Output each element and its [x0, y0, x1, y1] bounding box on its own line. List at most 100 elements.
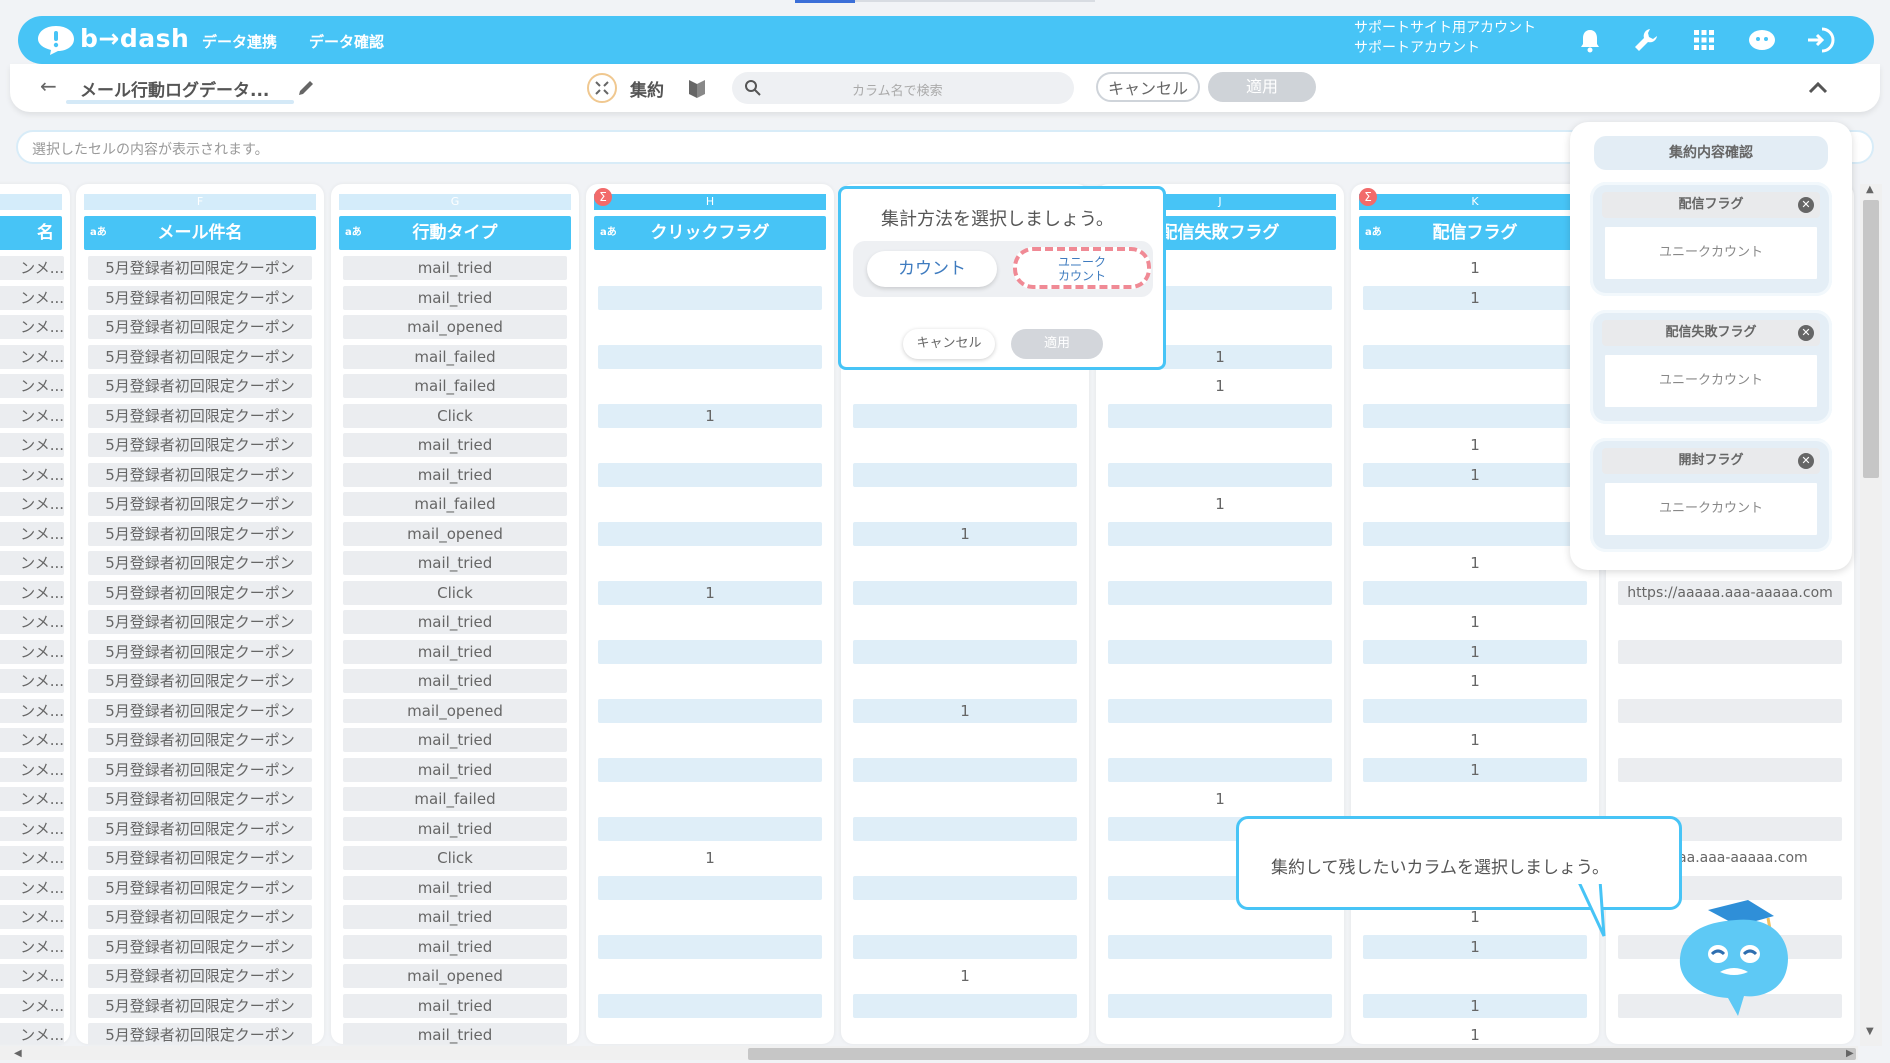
table-cell[interactable] [598, 285, 822, 310]
table-cell[interactable]: 5月登録者初回限定クーポン [88, 492, 312, 516]
table-cell[interactable]: ンメ... [0, 433, 64, 457]
account-name-label[interactable]: サポートアカウント [1354, 39, 1480, 58]
count-option-button[interactable]: カウント [867, 251, 997, 287]
table-cell[interactable] [1363, 344, 1587, 369]
table-cell[interactable]: ンメ... [0, 521, 64, 546]
table-cell[interactable]: ンメ... [0, 1023, 64, 1044]
table-cell[interactable]: ンメ... [0, 728, 64, 752]
table-cell[interactable] [598, 1023, 822, 1044]
table-cell[interactable]: ンメ... [0, 344, 64, 369]
table-cell[interactable]: Click [343, 580, 567, 605]
table-cell[interactable] [853, 787, 1077, 811]
table-cell[interactable] [598, 698, 822, 723]
table-cell[interactable]: Click [343, 403, 567, 428]
table-cell[interactable] [1618, 639, 1842, 664]
column-header[interactable]: aあ 配信フラグ [1359, 216, 1591, 250]
table-cell[interactable] [598, 757, 822, 782]
aggregation-card-method[interactable]: ユニークカウント [1602, 352, 1820, 410]
table-cell[interactable]: 5月登録者初回限定クーポン [88, 964, 312, 988]
table-cell[interactable] [598, 639, 822, 664]
table-cell[interactable] [853, 1023, 1077, 1044]
table-cell[interactable] [598, 492, 822, 516]
table-cell[interactable]: 5月登録者初回限定クーポン [88, 521, 312, 546]
table-cell[interactable]: 5月登録者初回限定クーポン [88, 875, 312, 900]
table-cell[interactable] [853, 846, 1077, 870]
table-cell[interactable]: ンメ... [0, 905, 64, 929]
grid-column[interactable]: 名ンメ... ンメ... ンメ... ンメ... ンメ... ンメ... ンメ... ンメ..… [0, 184, 70, 1044]
table-cell[interactable] [1618, 698, 1842, 723]
table-cell[interactable] [853, 905, 1077, 929]
table-cell[interactable]: 5月登録者初回限定クーポン [88, 669, 312, 693]
table-cell[interactable] [1618, 728, 1842, 752]
table-cell[interactable]: 1 [1363, 256, 1587, 280]
table-cell[interactable]: ンメ... [0, 757, 64, 782]
table-cell[interactable]: mail_tried [343, 757, 567, 782]
table-cell[interactable]: 5月登録者初回限定クーポン [88, 285, 312, 310]
table-cell[interactable]: 1 [1363, 433, 1587, 457]
table-cell[interactable]: 5月登録者初回限定クーポン [88, 816, 312, 841]
table-cell[interactable]: ンメ... [0, 669, 64, 693]
table-cell[interactable] [1108, 669, 1332, 693]
column-search-input[interactable]: カラム名で検索 [732, 72, 1074, 104]
aggregation-apply-button[interactable]: 適用 [1011, 329, 1103, 359]
table-cell[interactable] [598, 934, 822, 959]
table-cell[interactable]: 5月登録者初回限定クーポン [88, 846, 312, 870]
table-cell[interactable]: 1 [598, 580, 822, 605]
table-cell[interactable] [853, 462, 1077, 487]
table-cell[interactable]: mail_tried [343, 1023, 567, 1044]
beginner-mark-icon[interactable] [686, 76, 708, 100]
toolbar-apply-button[interactable]: 適用 [1208, 72, 1316, 102]
table-cell[interactable]: 5月登録者初回限定クーポン [88, 639, 312, 664]
account-site-label[interactable]: サポートサイト用アカウント [1354, 19, 1536, 38]
sigma-icon[interactable]: Σ [1359, 188, 1377, 206]
table-cell[interactable] [598, 875, 822, 900]
table-cell[interactable] [598, 669, 822, 693]
table-cell[interactable]: ンメ... [0, 403, 64, 428]
pencil-icon[interactable] [296, 78, 316, 98]
table-cell[interactable] [598, 462, 822, 487]
table-cell[interactable] [1363, 315, 1587, 339]
table-cell[interactable]: mail_failed [343, 787, 567, 811]
table-cell[interactable]: mail_failed [343, 374, 567, 398]
table-cell[interactable] [598, 787, 822, 811]
table-cell[interactable]: 5月登録者初回限定クーポン [88, 610, 312, 634]
table-cell[interactable]: 5月登録者初回限定クーポン [88, 344, 312, 369]
sigma-icon[interactable]: Σ [594, 188, 612, 206]
table-cell[interactable] [598, 521, 822, 546]
table-cell[interactable] [1108, 462, 1332, 487]
table-cell[interactable] [1108, 403, 1332, 428]
nav-data-check[interactable]: データ確認 [309, 31, 384, 52]
table-cell[interactable] [853, 551, 1077, 575]
table-cell[interactable] [598, 315, 822, 339]
table-cell[interactable]: mail_tried [343, 934, 567, 959]
table-cell[interactable] [1618, 669, 1842, 693]
table-cell[interactable]: ンメ... [0, 256, 64, 280]
table-cell[interactable] [1108, 551, 1332, 575]
table-cell[interactable]: mail_tried [343, 433, 567, 457]
table-cell[interactable] [1108, 934, 1332, 959]
vertical-scroll-thumb[interactable] [1863, 200, 1879, 478]
table-cell[interactable]: mail_opened [343, 521, 567, 546]
table-cell[interactable] [598, 256, 822, 280]
table-cell[interactable]: mail_tried [343, 669, 567, 693]
aggregation-card-method[interactable]: ユニークカウント [1602, 480, 1820, 538]
table-cell[interactable]: 5月登録者初回限定クーポン [88, 993, 312, 1018]
table-cell[interactable]: ンメ... [0, 462, 64, 487]
table-cell[interactable]: mail_tried [343, 875, 567, 900]
dataset-title[interactable]: メール行動ログデータ... [80, 76, 269, 101]
table-cell[interactable] [1618, 757, 1842, 782]
aggregation-cancel-button[interactable]: キャンセル [903, 329, 995, 359]
table-cell[interactable]: mail_tried [343, 610, 567, 634]
table-cell[interactable] [1363, 698, 1587, 723]
table-cell[interactable] [1108, 757, 1332, 782]
table-cell[interactable]: ンメ... [0, 580, 64, 605]
table-cell[interactable]: 5月登録者初回限定クーポン [88, 551, 312, 575]
back-arrow-icon[interactable]: ← [40, 74, 57, 98]
grid-column[interactable]: Faあ メール件名 5月登録者初回限定クーポン 5月登録者初回限定クーポン 5月登録者初… [76, 184, 324, 1044]
scroll-up-icon[interactable]: ▲ [1866, 184, 1874, 195]
table-cell[interactable] [1363, 964, 1587, 988]
table-cell[interactable] [1108, 433, 1332, 457]
table-cell[interactable] [598, 964, 822, 988]
table-cell[interactable]: ンメ... [0, 934, 64, 959]
table-cell[interactable]: ンメ... [0, 374, 64, 398]
